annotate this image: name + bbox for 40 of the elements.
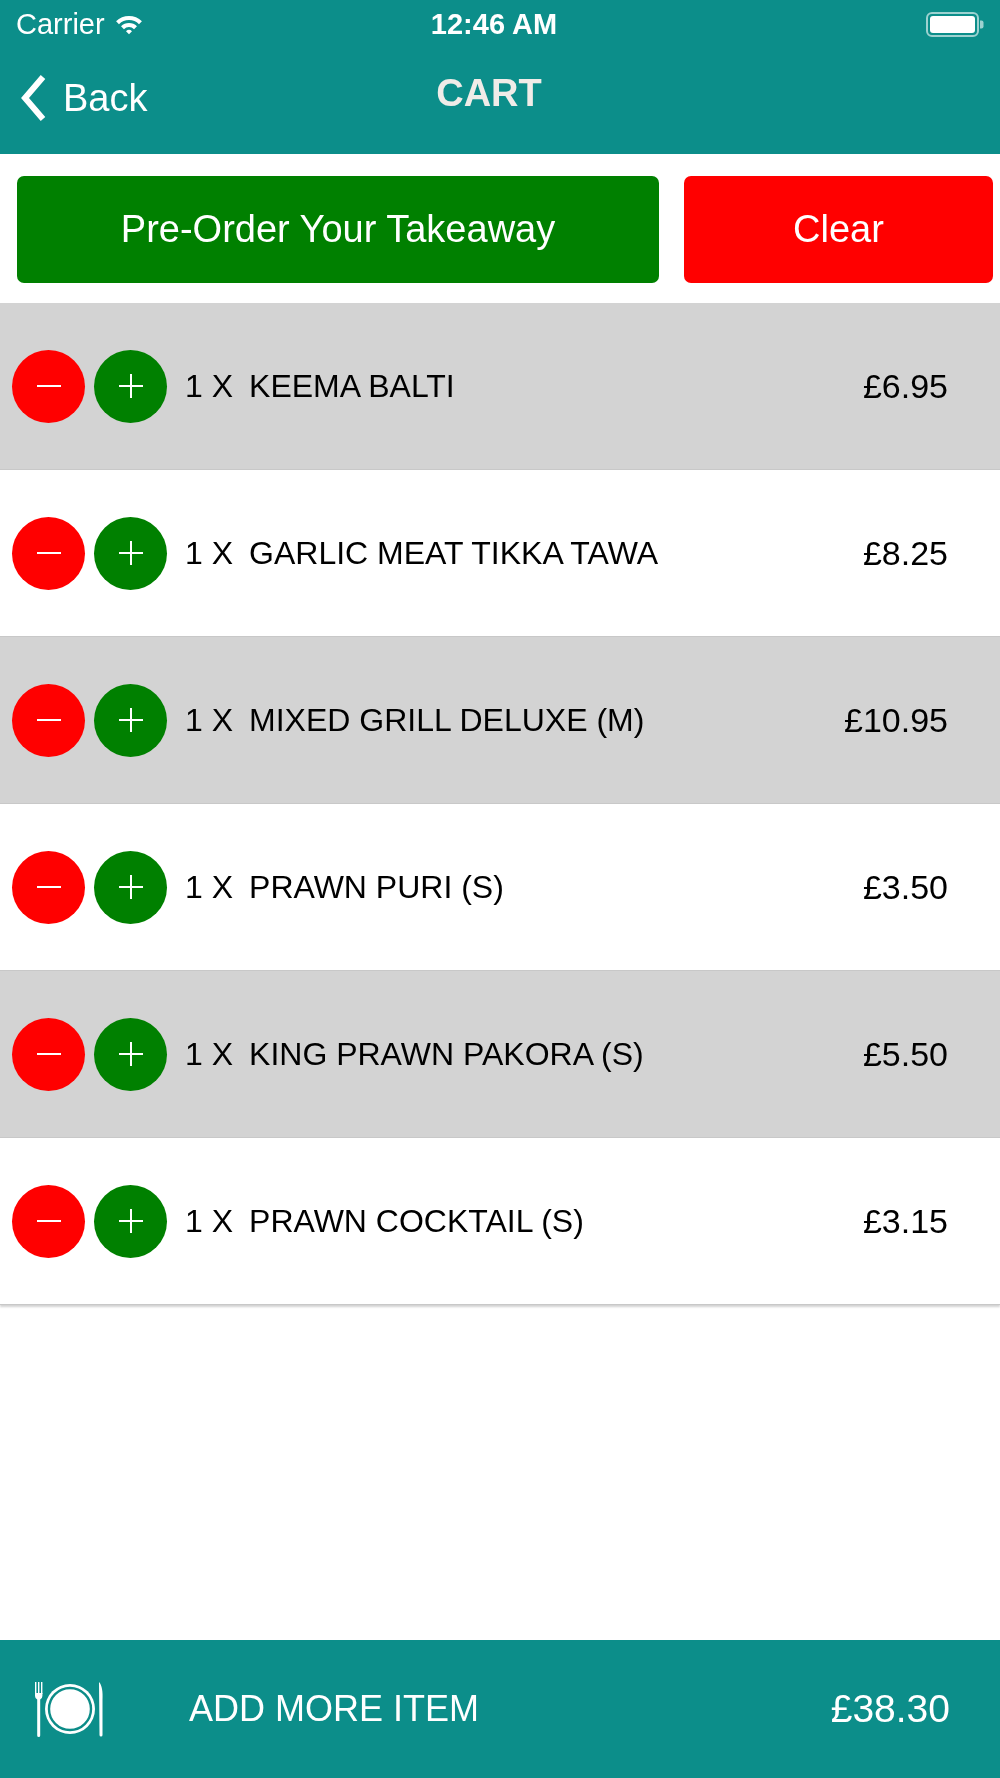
wifi-icon	[114, 13, 143, 35]
plus-icon	[118, 1042, 143, 1066]
item-price: £6.95	[862, 366, 948, 406]
pre-order-button[interactable]: Pre-Order Your Takeaway	[17, 176, 659, 283]
plus-icon	[118, 875, 143, 899]
minus-icon	[36, 385, 61, 387]
cart-total: £38.30	[830, 1687, 950, 1731]
item-name: GARLIC MEAT TIKKA TAWA	[249, 534, 659, 572]
minus-icon	[36, 1220, 61, 1222]
item-quantity: 1 X	[185, 1202, 234, 1240]
item-quantity: 1 X	[185, 534, 234, 572]
item-price: £3.50	[862, 867, 948, 907]
item-quantity: 1 X	[185, 367, 234, 405]
screen-title: CART	[436, 72, 542, 115]
item-name: KING PRAWN PAKORA (S)	[249, 1035, 645, 1073]
minus-icon	[36, 552, 61, 554]
item-price: £8.25	[862, 533, 948, 573]
back-button[interactable]: Back	[0, 74, 152, 122]
plus-icon	[118, 1209, 143, 1233]
add-more-item-button[interactable]: ADD MORE ITEM	[189, 1688, 479, 1730]
carrier-label: Carrier	[16, 7, 105, 41]
minus-icon	[36, 886, 61, 888]
item-price: £10.95	[844, 700, 948, 740]
item-quantity: 1 X	[185, 1035, 234, 1073]
minus-icon	[36, 719, 61, 721]
status-time: 12:46 AM	[430, 7, 558, 41]
minus-icon	[36, 1053, 61, 1055]
item-name: PRAWN COCKTAIL (S)	[249, 1202, 585, 1240]
clear-button[interactable]: Clear	[684, 176, 993, 283]
plus-icon	[118, 708, 143, 732]
item-quantity: 1 X	[185, 701, 234, 739]
battery-icon	[926, 11, 984, 37]
item-name: MIXED GRILL DELUXE (M)	[249, 701, 646, 739]
plus-icon	[118, 541, 143, 565]
item-price: £5.50	[862, 1034, 948, 1074]
item-name: KEEMA BALTI	[249, 367, 456, 405]
item-name: PRAWN PURI (S)	[249, 868, 505, 906]
plus-icon	[118, 374, 143, 398]
item-price: £3.15	[862, 1201, 948, 1241]
item-quantity: 1 X	[185, 868, 234, 906]
